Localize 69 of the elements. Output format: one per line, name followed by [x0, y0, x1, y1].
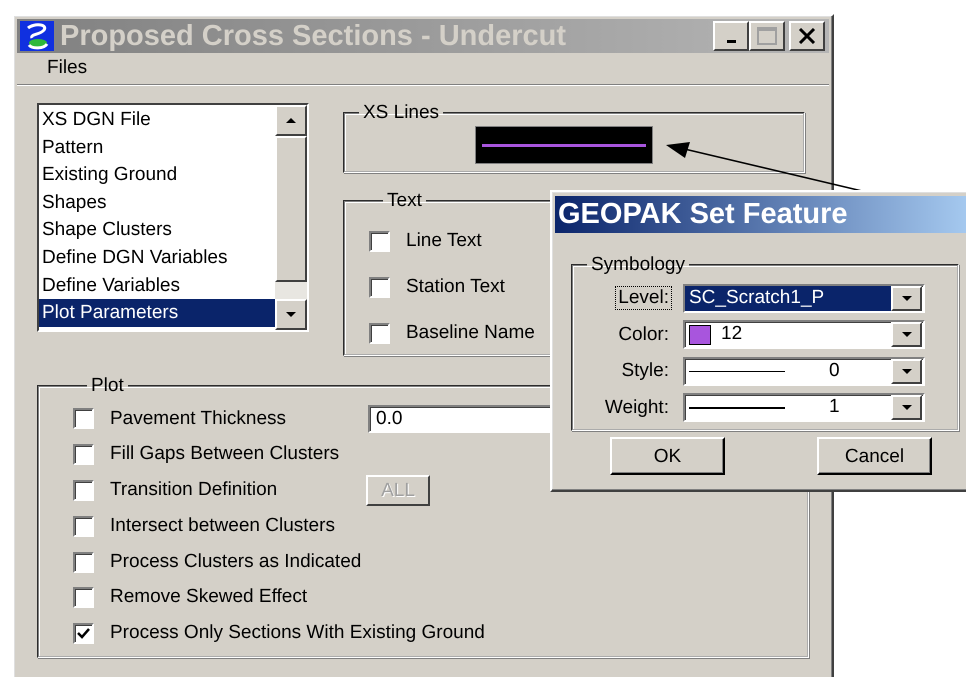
dropdown[interactable]: SC_Scratch1_P	[683, 284, 925, 313]
caret-icon	[900, 294, 912, 302]
field-label: Style:	[620, 360, 670, 382]
minimize-button[interactable]	[713, 21, 749, 51]
list-item[interactable]: Existing Ground	[39, 161, 275, 189]
group-title: Text	[386, 191, 423, 210]
checkbox[interactable]	[73, 552, 94, 573]
scrollbar-thumb[interactable]	[275, 136, 307, 282]
cancel-button[interactable]: Cancel	[817, 437, 932, 475]
caret-icon	[900, 368, 912, 375]
checkbox[interactable]	[369, 276, 390, 298]
dropdown-value: 1	[829, 396, 840, 420]
list-item[interactable]: Define DGN Variables	[39, 244, 275, 272]
dropdown-value: 12	[721, 323, 742, 346]
checkbox[interactable]	[73, 480, 94, 501]
checkbox[interactable]	[73, 623, 94, 644]
field-label: Level:	[616, 287, 671, 310]
option-label: Process Only Sections With Existing Ground	[110, 622, 485, 646]
dropdown-button[interactable]	[891, 286, 922, 311]
dropdown-value: SC_Scratch1_P	[689, 286, 824, 310]
window-title: GEOPAK Set Feature	[558, 197, 848, 232]
list-item[interactable]: Plot Parameters	[39, 299, 275, 327]
ok-button[interactable]: OK	[610, 437, 725, 475]
maximize-icon	[757, 27, 777, 45]
list-item[interactable]: Define Variables	[39, 272, 275, 300]
maximize-button[interactable]	[749, 21, 785, 51]
checkbox[interactable]	[369, 322, 390, 344]
group-title: Plot	[90, 376, 125, 395]
list-item[interactable]: Shapes	[39, 188, 275, 216]
check-icon	[77, 628, 90, 640]
option-label: Station Text	[406, 276, 505, 298]
field-label: Color:	[617, 324, 670, 346]
checkbox[interactable]	[73, 408, 94, 430]
menu-item[interactable]: Files	[45, 57, 90, 80]
window-title: Proposed Cross Sections - Undercut	[60, 18, 567, 54]
down-arrow-icon	[285, 311, 297, 318]
group-title: Symbology	[590, 255, 686, 274]
dropdown[interactable]: 1	[683, 393, 925, 422]
close-icon	[798, 28, 816, 44]
checkbox[interactable]	[73, 516, 94, 537]
option-label: Transition Definition	[110, 479, 278, 502]
option-label: Line Text	[406, 230, 482, 252]
dropdown[interactable]: 0	[683, 356, 925, 386]
option-label: Baseline Name	[406, 322, 535, 344]
caret-icon	[900, 331, 912, 338]
option-label: Fill Gaps Between Clusters	[110, 443, 340, 466]
list-item[interactable]: XS DGN File	[39, 106, 275, 134]
dropdown-button[interactable]	[891, 322, 922, 348]
close-button[interactable]	[789, 21, 825, 51]
checkbox[interactable]	[73, 444, 94, 466]
option-label: Intersect between Clusters	[110, 514, 336, 538]
scroll-up-button[interactable]	[275, 105, 307, 136]
dropdown-button[interactable]	[891, 395, 922, 420]
option-label: Process Clusters as Indicated	[110, 550, 362, 574]
dropdown-value: 0	[829, 360, 840, 383]
option-label: Remove Skewed Effect	[110, 586, 308, 610]
list-item[interactable]: Pattern	[39, 134, 275, 162]
checkbox[interactable]	[73, 587, 94, 608]
checkbox[interactable]	[369, 230, 390, 252]
scroll-down-button[interactable]	[275, 299, 307, 330]
up-arrow-icon	[285, 117, 297, 124]
caret-icon	[900, 404, 912, 412]
app-icon	[20, 21, 54, 51]
dropdown-button[interactable]	[891, 358, 922, 384]
option-label: Pavement Thickness	[110, 408, 288, 430]
list-item[interactable]: Shape Clusters	[39, 216, 275, 244]
dropdown[interactable]: 12	[683, 320, 925, 350]
minimize-icon	[726, 40, 736, 43]
group-title: XS Lines	[362, 103, 440, 122]
